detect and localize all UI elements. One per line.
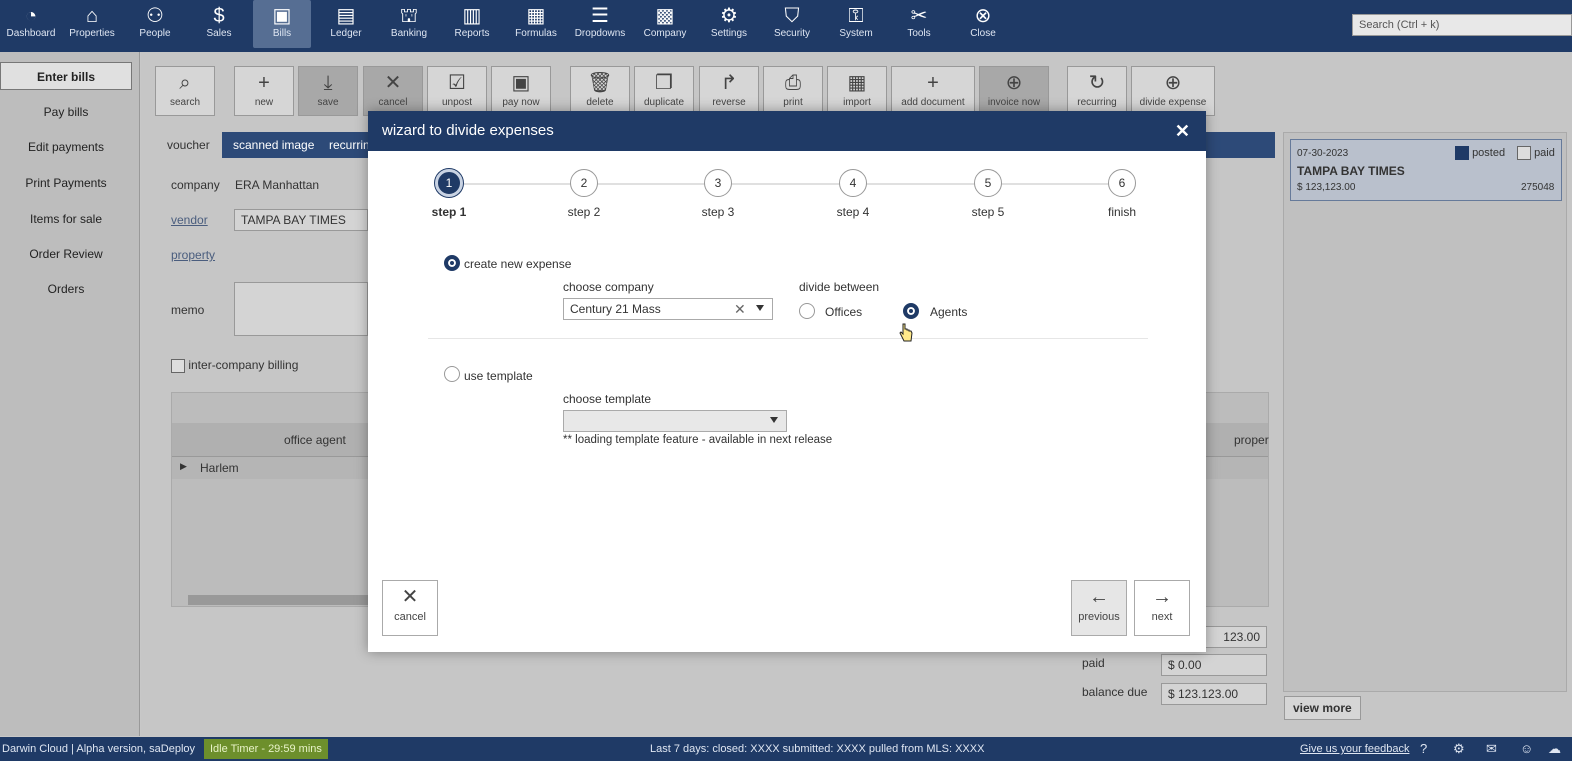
offices-label: Offices <box>825 305 863 319</box>
agents-label: Agents <box>930 305 968 319</box>
step-number: 1 <box>435 169 463 197</box>
divide-between-label: divide between <box>799 280 880 294</box>
step-label: step 4 <box>836 205 870 219</box>
step-2[interactable]: 2 step 2 <box>544 169 624 219</box>
cancel-button[interactable]: ✕ cancel <box>382 580 438 636</box>
chevron-down-icon[interactable] <box>756 305 764 311</box>
close-icon[interactable]: ✕ <box>1175 111 1190 151</box>
step-5[interactable]: 5 step 5 <box>948 169 1028 219</box>
choose-company-label: choose company <box>563 280 654 294</box>
step-label: step 2 <box>567 205 601 219</box>
create-new-expense-radio[interactable] <box>444 255 460 271</box>
feedback-link[interactable]: Give us your feedback <box>1300 737 1409 761</box>
button-label: previous <box>1078 611 1120 623</box>
step-number: 3 <box>704 169 732 197</box>
arrow-left-icon: ← <box>1089 586 1109 608</box>
agents-radio[interactable] <box>903 303 919 319</box>
use-template-label: use template <box>464 369 533 383</box>
divide-expense-wizard: wizard to divide expenses ✕ 1 step 1 2 ste… <box>368 111 1206 652</box>
clear-icon[interactable]: ✕ <box>734 301 746 318</box>
use-template-radio[interactable] <box>444 366 460 382</box>
step-4[interactable]: 4 step 4 <box>813 169 893 219</box>
step-label: step 1 <box>431 205 467 219</box>
section-divider <box>428 338 1148 339</box>
create-new-expense-label: create new expense <box>464 257 572 271</box>
activity-summary: Last 7 days: closed: XXXX submitted: XXX… <box>650 743 985 755</box>
previous-button[interactable]: ← previous <box>1071 580 1127 636</box>
step-label: step 3 <box>701 205 735 219</box>
step-number: 5 <box>974 169 1002 197</box>
company-select-value: Century 21 Mass <box>570 302 661 316</box>
button-label: next <box>1151 611 1173 623</box>
step-number: 6 <box>1108 169 1136 197</box>
idle-timer: Idle Timer - 29:59 mins <box>204 739 328 759</box>
step-number: 2 <box>570 169 598 197</box>
status-bar: Darwin Cloud | Alpha version, saDeploy I… <box>0 737 1572 761</box>
step-number: 4 <box>839 169 867 197</box>
modal-header: wizard to divide expenses ✕ <box>368 111 1206 151</box>
choose-template-label: choose template <box>563 392 652 406</box>
step-label: finish <box>1107 205 1136 219</box>
user-icon[interactable]: ☺ <box>1520 737 1533 761</box>
cloud-icon[interactable]: ☁ <box>1548 737 1561 761</box>
hand-cursor-icon <box>899 323 913 342</box>
app-version: Darwin Cloud | Alpha version, saDeploy <box>2 743 196 755</box>
choose-company-select[interactable]: Century 21 Mass ✕ <box>563 298 773 320</box>
offices-radio[interactable] <box>799 303 815 319</box>
step-finish[interactable]: 6 finish <box>1082 169 1162 219</box>
help-icon[interactable]: ? <box>1420 737 1427 761</box>
template-note: ** loading template feature - available … <box>563 434 833 446</box>
next-button[interactable]: → next <box>1134 580 1190 636</box>
close-icon: ✕ <box>401 586 419 608</box>
step-3[interactable]: 3 step 3 <box>678 169 758 219</box>
arrow-right-icon: → <box>1152 586 1172 608</box>
chevron-down-icon <box>770 417 778 423</box>
gear-icon[interactable]: ⚙ <box>1453 737 1465 761</box>
step-1[interactable]: 1 step 1 <box>409 169 489 219</box>
choose-template-select[interactable] <box>563 410 787 432</box>
button-label: cancel <box>394 611 426 623</box>
step-label: step 5 <box>971 205 1005 219</box>
chat-icon[interactable]: ✉ <box>1486 737 1497 761</box>
modal-title: wizard to divide expenses <box>382 122 554 139</box>
